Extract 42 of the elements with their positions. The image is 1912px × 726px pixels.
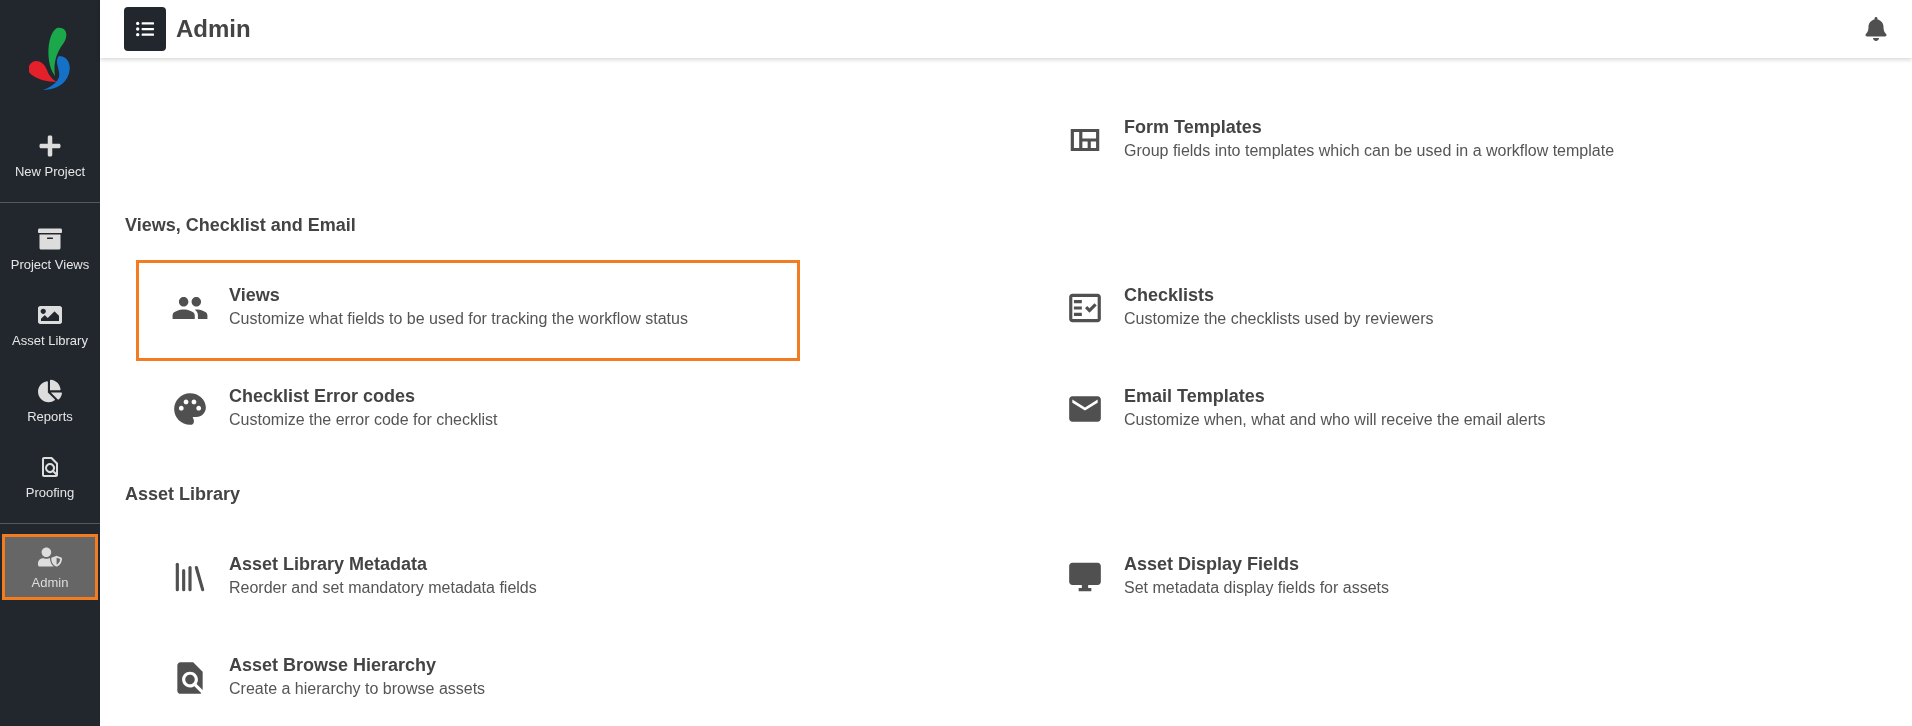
logo-icon [27,26,73,92]
sidebar-nav-item[interactable]: Project Views [2,211,98,287]
card-title: Views [229,284,281,307]
card-description: Reorder and set mandatory metadata fields [229,578,537,598]
palette-icon [171,390,209,428]
admin-card[interactable]: Views Customize what fields to be used for tracking the workflow status [136,260,800,361]
card-description: Customize what fields to be used for tracking the workflow status [229,309,688,329]
page-title: Admin [176,14,251,44]
list-icon [136,20,154,38]
card-description: Customize the error code for checklist [229,410,498,430]
card-title: Email Templates [1124,385,1266,408]
card-title: Asset Display Fields [1124,553,1301,576]
card-title: Asset Library Metadata [229,553,429,576]
menu-button[interactable] [124,7,166,51]
admin-card[interactable]: Asset Display Fields Set metadata display fields for assets [1031,529,1695,630]
pie-chart-icon [38,378,62,403]
card-description: Create a hierarchy to browse assets [229,679,486,699]
sidebar-nav-item[interactable]: Asset Library [2,287,98,363]
admin-card[interactable]: Asset Library Metadata Reorder and set mandatory metadata fields [136,529,800,630]
section-heading: Views, Checklist and Email [125,214,357,237]
sidebar-nav-item[interactable]: Proofing [2,439,98,515]
card-title: Form Templates [1124,116,1263,139]
admin-card[interactable]: Email Templates Customize when, what and who will receive the email alerts [1031,361,1695,462]
card-title: Checklists [1124,284,1216,307]
admin-card[interactable]: Checklists Customize the checklists used by reviewers [1031,260,1695,361]
card-description: Customize when, what and who will receive the email alerts [1124,410,1546,430]
card-title: Checklist Error codes [229,385,417,408]
plus-icon [38,133,62,158]
sidebar-nav-item[interactable]: Reports [2,363,98,439]
archive-box-icon [38,226,62,251]
card-description: Group fields into templates which can be used in a workflow template [1124,141,1615,161]
card-title: Asset Browse Hierarchy [229,654,438,677]
card-description: Customize the checklists used by reviewers [1124,309,1434,329]
admin-card[interactable]: Asset Browse Hierarchy Create a hierarchy to browse assets [136,630,800,726]
admin-card[interactable]: Form Templates Group fields into templates which can be used in a workflow template [1031,92,1695,193]
user-shield-icon [38,544,62,569]
sidebar-nav-item[interactable]: Admin [2,534,98,600]
notification-bell-icon[interactable] [1864,17,1888,41]
section-heading: Asset Library [125,483,242,506]
sidebar-nav-item[interactable]: New Project [2,118,98,194]
card-description: Set metadata display fields for assets [1124,578,1390,598]
admin-card[interactable]: Checklist Error codes Customize the error code for checklist [136,361,800,462]
